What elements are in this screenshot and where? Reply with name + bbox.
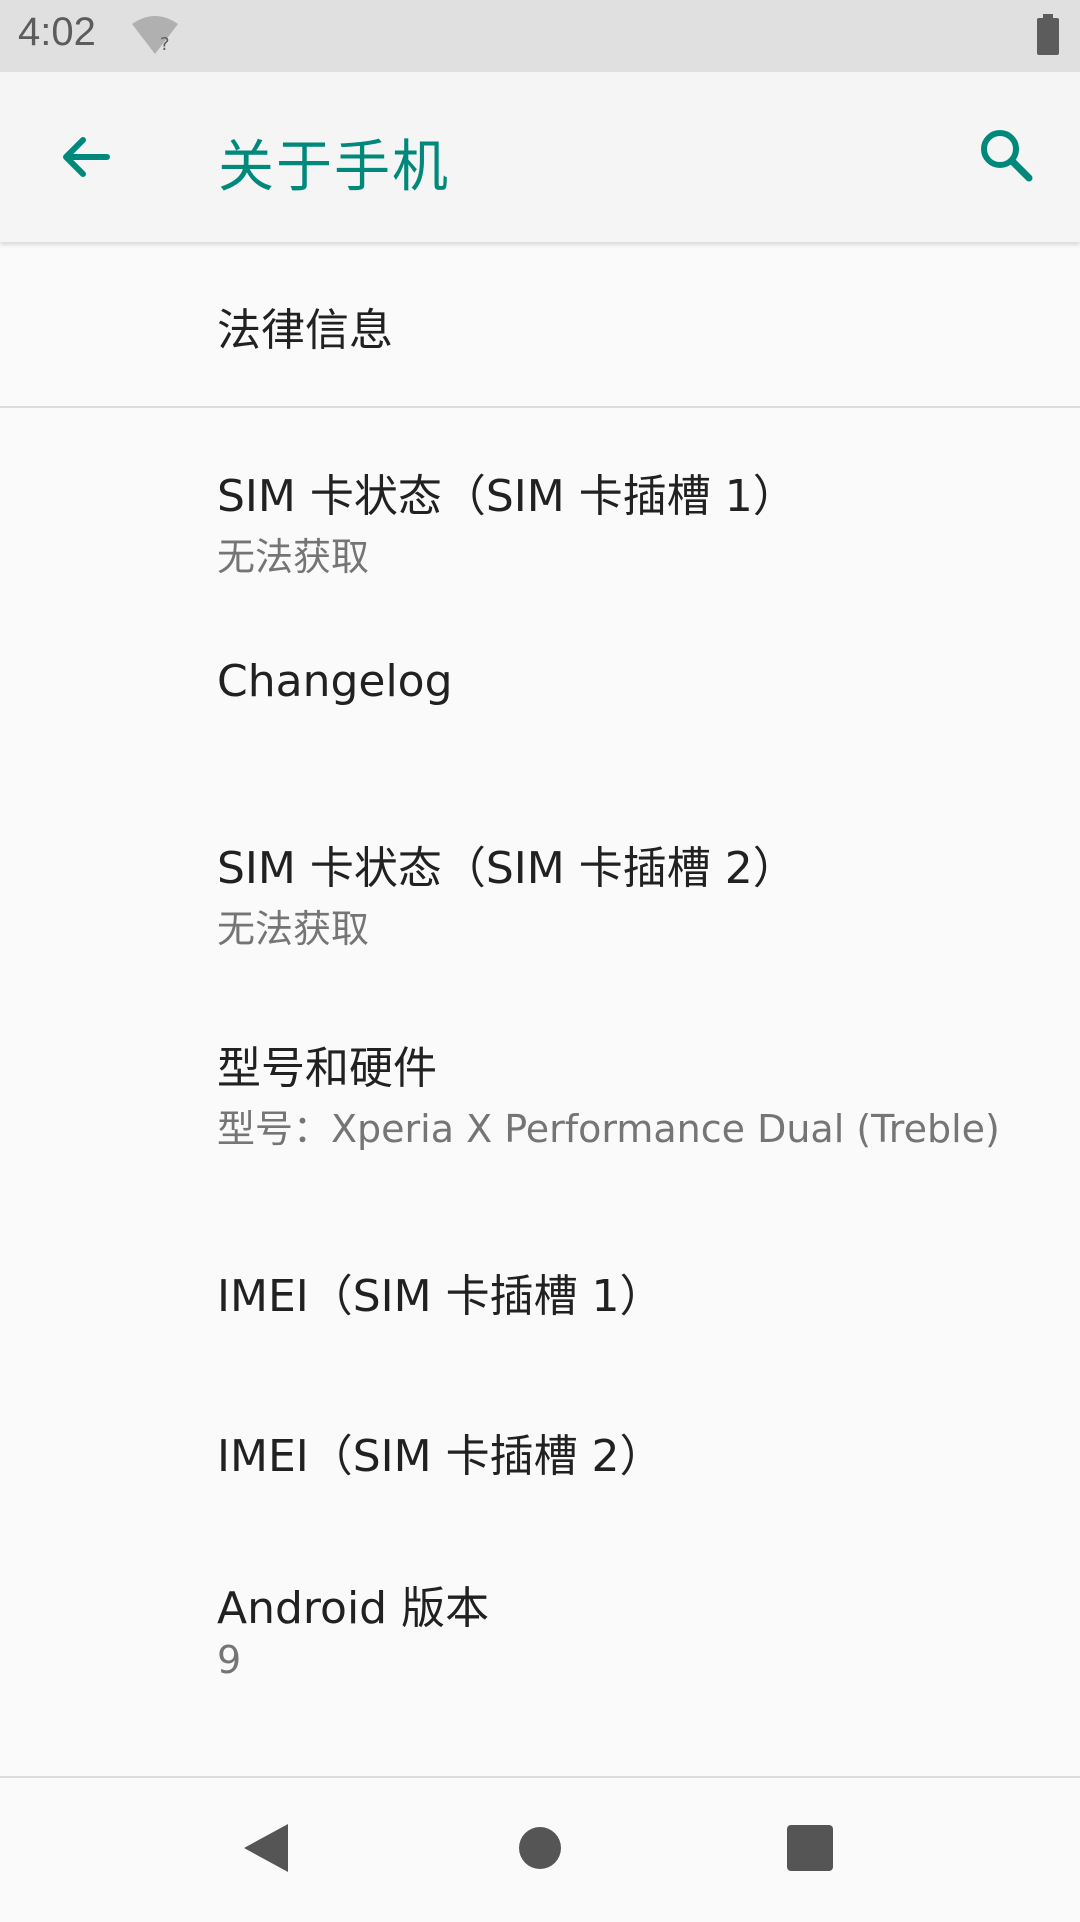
navigation-bar [0, 1776, 1080, 1922]
nav-recents-icon[interactable] [770, 1808, 850, 1888]
list-item-sim-status-2[interactable]: SIM 卡状态（SIM 卡插槽 2） 无法获取 [0, 776, 1080, 994]
wifi-unknown-icon: ? [130, 16, 180, 56]
list-item-title: IMEI（SIM 卡插槽 1） [217, 1271, 664, 1322]
list-item-title: 法律信息 [217, 305, 393, 356]
list-item-imei-1[interactable]: IMEI（SIM 卡插槽 1） [0, 1210, 1080, 1370]
app-bar: 关于手机 [0, 72, 1080, 242]
list-item-title: SIM 卡状态（SIM 卡插槽 2） [217, 843, 797, 894]
list-item-legal-info[interactable]: 法律信息 [0, 242, 1080, 406]
status-time: 4:02 [18, 10, 96, 54]
list-item-title: Changelog [217, 656, 453, 707]
nav-home-icon[interactable] [500, 1808, 580, 1888]
list-item-android-version[interactable]: Android 版本 9 [0, 1530, 1080, 1746]
status-bar: 4:02 ? [0, 0, 1080, 72]
battery-icon [1036, 14, 1060, 56]
settings-list: 法律信息 SIM 卡状态（SIM 卡插槽 1） 无法获取 Changelog S… [0, 242, 1080, 1768]
list-item-summary: 无法获取 [217, 535, 370, 579]
list-item-title: 型号和硬件 [217, 1043, 437, 1094]
list-item-summary: 9 [217, 1638, 242, 1682]
list-item-title: Android 版本 [217, 1583, 490, 1634]
list-item-title: SIM 卡状态（SIM 卡插槽 1） [217, 471, 797, 522]
list-item-imei-2[interactable]: IMEI（SIM 卡插槽 2） [0, 1370, 1080, 1530]
search-icon[interactable] [975, 124, 1039, 188]
list-item-summary: 无法获取 [217, 907, 370, 951]
list-item-sim-status-1[interactable]: SIM 卡状态（SIM 卡插槽 1） 无法获取 [0, 408, 1080, 618]
page-title: 关于手机 [218, 135, 450, 200]
arrow-back-icon[interactable] [55, 127, 115, 187]
nav-back-icon[interactable] [228, 1808, 308, 1888]
list-item-changelog[interactable]: Changelog [0, 618, 1080, 776]
list-item-model-hardware[interactable]: 型号和硬件 型号：Xperia X Performance Dual (Treb… [0, 994, 1080, 1210]
svg-text:?: ? [160, 34, 170, 55]
list-item-summary: 型号：Xperia X Performance Dual (Treble) [217, 1107, 1000, 1151]
list-item-title: IMEI（SIM 卡插槽 2） [217, 1431, 664, 1482]
